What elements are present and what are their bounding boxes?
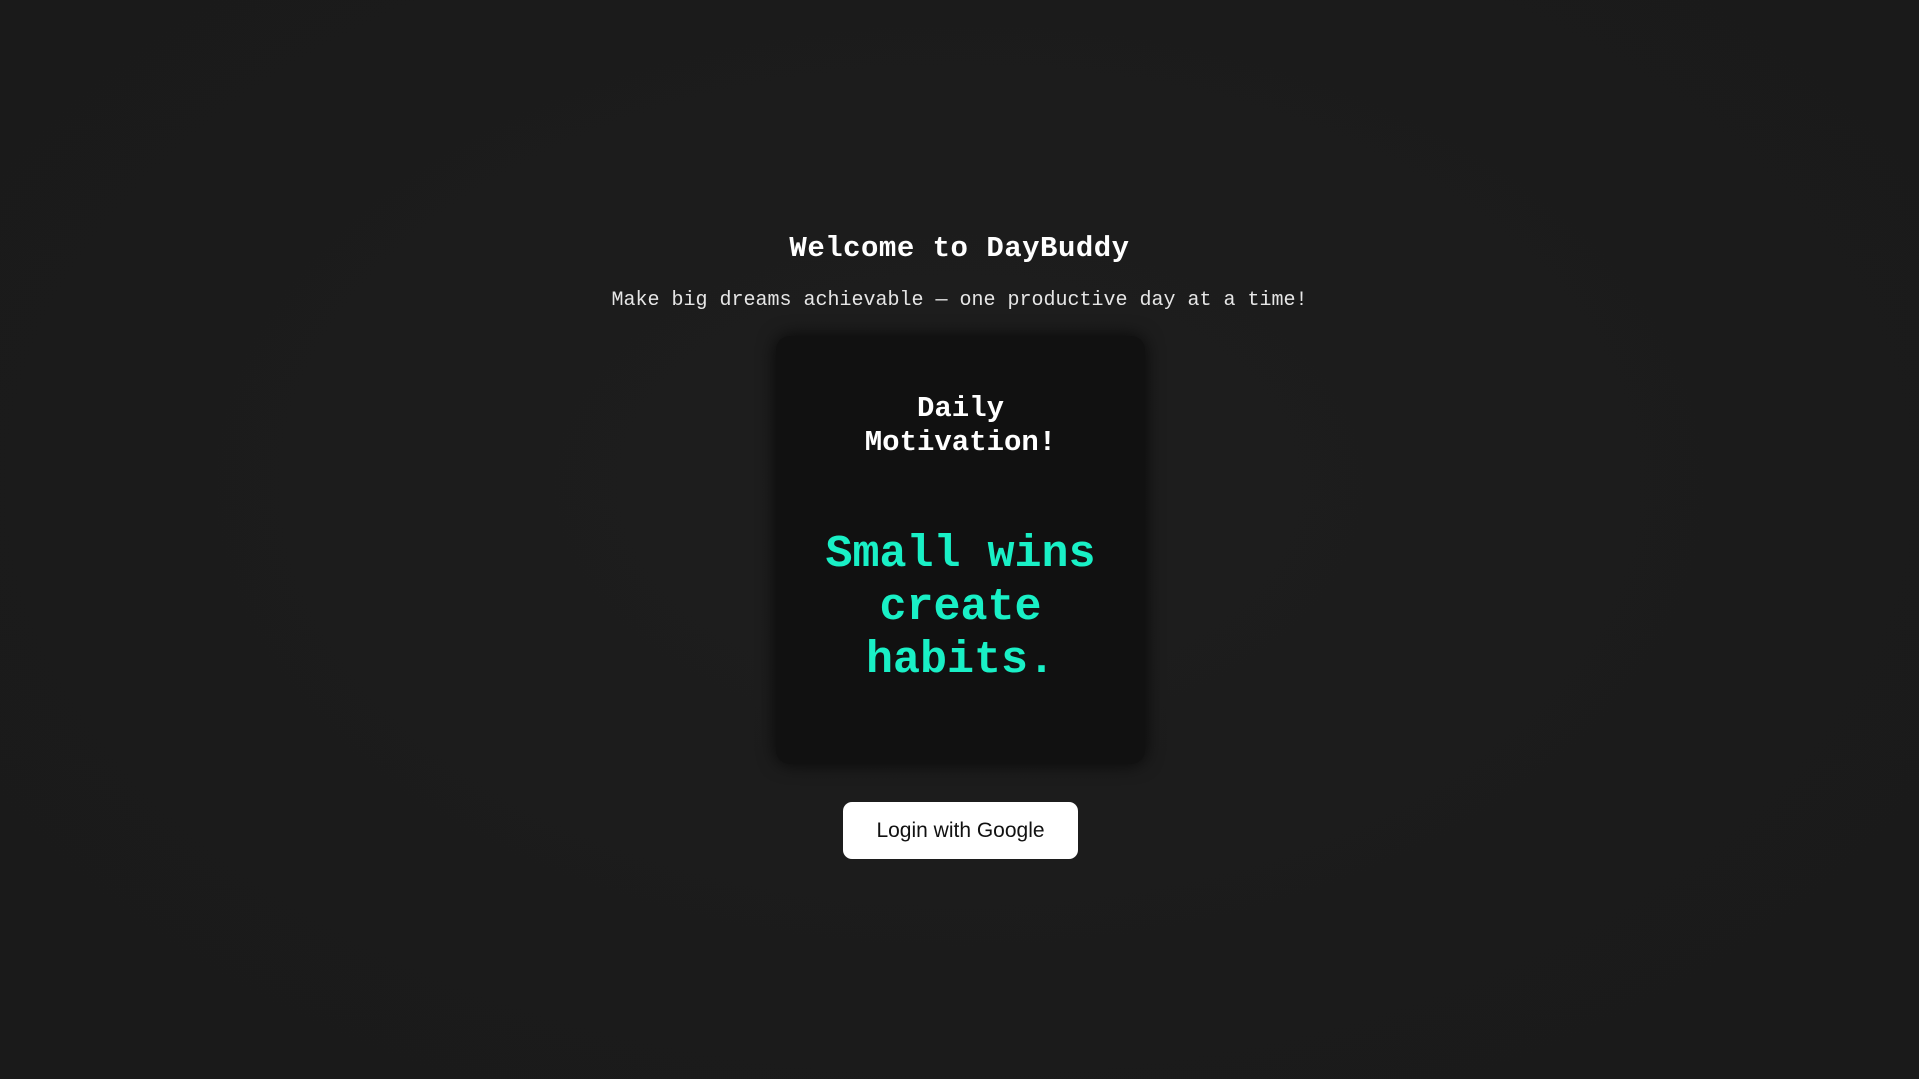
motivation-quote: Small wins create habits. <box>825 529 1096 686</box>
motivation-card-heading: Daily Motivation! <box>864 392 1057 459</box>
page-subtitle: Make big dreams achievable — one product… <box>611 289 1308 312</box>
landing-page: Welcome to DayBuddy Make big dreams achi… <box>0 0 1919 1079</box>
login-with-google-button[interactable]: Login with Google <box>843 802 1078 859</box>
page-title: Welcome to DayBuddy <box>789 232 1130 265</box>
motivation-card: Daily Motivation! Small wins create habi… <box>776 336 1145 764</box>
